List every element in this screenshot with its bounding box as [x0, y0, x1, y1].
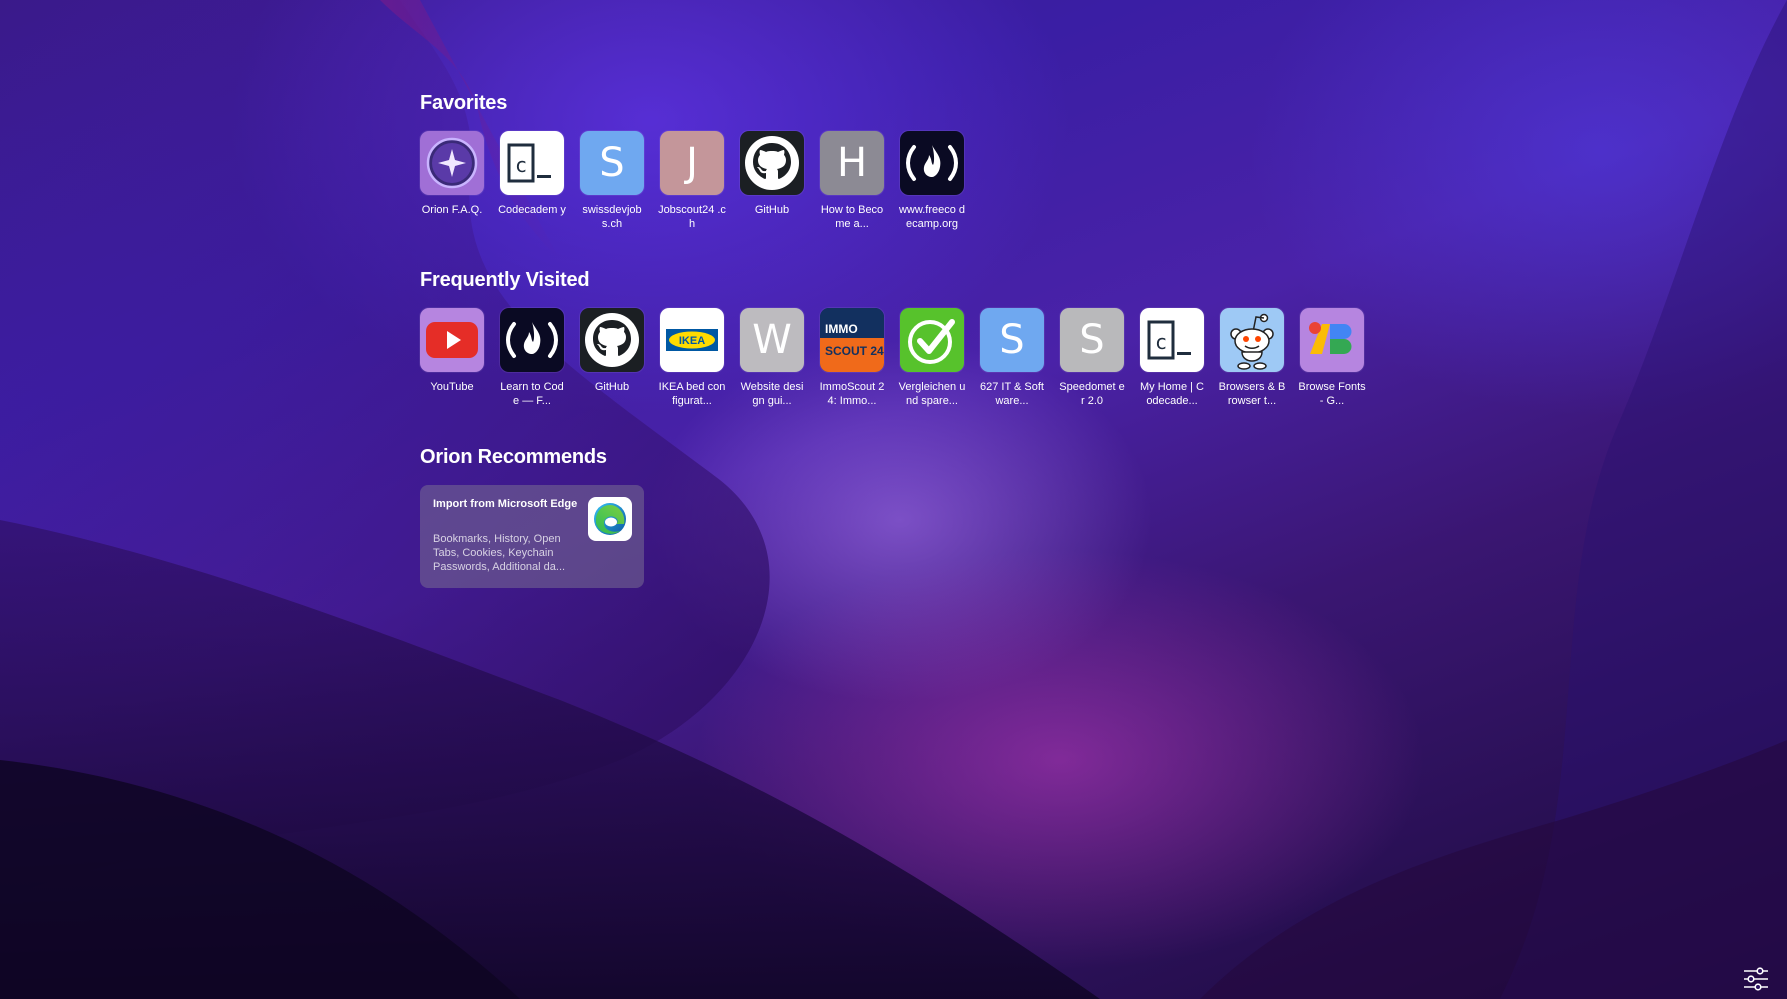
- reddit-icon: [1220, 308, 1284, 372]
- letter-s-icon: S: [980, 308, 1044, 372]
- import-edge-description: Bookmarks, History, Open Tabs, Cookies, …: [433, 533, 566, 573]
- microsoft-edge-icon: [588, 497, 632, 541]
- svg-text:c: c: [1155, 330, 1167, 354]
- import-edge-card[interactable]: Import from Microsoft Edge Bookmarks, Hi…: [420, 485, 644, 588]
- frequent-reddit-browsers[interactable]: Browsers & Browser t...: [1218, 308, 1286, 408]
- tile-label: Orion F.A.Q.: [421, 204, 483, 216]
- ikea-icon: IKEA: [660, 308, 724, 372]
- tile-label: GitHub: [594, 381, 630, 393]
- customize-settings-button[interactable]: [1743, 967, 1769, 991]
- tile-label: Website design gui...: [740, 381, 804, 407]
- tile-label: Speedomet er 2.0: [1059, 381, 1125, 407]
- frequent-freecodecamp[interactable]: Learn to Code — F...: [500, 308, 564, 408]
- import-edge-title: Import from Microsoft Edge: [433, 498, 578, 510]
- tile-label: My Home | Codecade...: [1140, 381, 1204, 407]
- favorites-title: Favorites: [420, 92, 508, 114]
- new-tab-content: Favorites Orion F.A.Q. c Codecadem y S s…: [420, 92, 1366, 588]
- immoscout-icon: IMMO SCOUT 24: [820, 308, 884, 372]
- tile-label: Learn to Code — F...: [500, 381, 564, 407]
- recommends-title: Orion Recommends: [420, 446, 607, 468]
- tile-label: Vergleichen und spare...: [898, 381, 966, 407]
- frequent-youtube[interactable]: YouTube: [420, 308, 484, 408]
- tile-label: swissdevjob s.ch: [582, 204, 642, 230]
- frequent-ikea[interactable]: IKEA IKEA bed configurat...: [658, 308, 726, 408]
- orion-star-icon: [420, 131, 484, 195]
- svg-text:IKEA: IKEA: [679, 335, 705, 347]
- tile-label: 627 IT & Software...: [979, 381, 1044, 407]
- tile-label: Browsers & Browser t...: [1218, 381, 1286, 407]
- tile-label: Browse Fonts - G...: [1298, 381, 1366, 407]
- frequent-codecademy-home[interactable]: c My Home | Codecade...: [1140, 308, 1204, 408]
- letter-s-icon: S: [1060, 308, 1124, 372]
- frequent-vergleichen[interactable]: Vergleichen und spare...: [898, 308, 966, 408]
- github-icon: [580, 308, 644, 372]
- tile-label: GitHub: [754, 204, 790, 216]
- frequently-visited-section: Frequently Visited YouTube Learn to Code…: [420, 269, 1366, 408]
- tile-label: Jobscout24 .ch: [658, 204, 726, 230]
- codecademy-icon: c: [500, 131, 564, 195]
- favorite-swissdevjobs[interactable]: S swissdevjob s.ch: [580, 131, 644, 231]
- checkmark-icon: [900, 308, 964, 372]
- frequent-immoscout[interactable]: IMMO SCOUT 24 ImmoScout 24: Immo...: [820, 308, 884, 408]
- svg-text:SCOUT 24: SCOUT 24: [825, 344, 884, 358]
- frequently-visited-title: Frequently Visited: [420, 269, 590, 291]
- youtube-icon: [420, 308, 484, 372]
- tile-label: ImmoScout 24: Immo...: [819, 381, 885, 407]
- letter-h-icon: H: [820, 131, 884, 195]
- tile-label: IKEA bed configurat...: [658, 381, 726, 407]
- letter-s-icon: S: [580, 131, 644, 195]
- frequent-github[interactable]: GitHub: [580, 308, 644, 408]
- favorites-grid: Orion F.A.Q. c Codecadem y S swissdevjob…: [420, 131, 1364, 231]
- sliders-icon: [1744, 967, 1768, 991]
- favorite-freecodecamp[interactable]: www.freeco decamp.org: [898, 131, 966, 231]
- favorites-section: Favorites Orion F.A.Q. c Codecadem y S s…: [420, 92, 1364, 231]
- frequent-speedometer[interactable]: S Speedomet er 2.0: [1059, 308, 1125, 408]
- letter-w-icon: W: [740, 308, 804, 372]
- freecodecamp-icon: [900, 131, 964, 195]
- frequent-google-fonts[interactable]: Browse Fonts - G...: [1298, 308, 1366, 408]
- svg-text:c: c: [515, 153, 527, 177]
- google-fonts-icon: [1300, 308, 1364, 372]
- recommends-section: Orion Recommends Import from Microsoft E…: [420, 446, 1364, 588]
- codecademy-icon: c: [1140, 308, 1204, 372]
- favorite-how-to-become[interactable]: H How to Become a...: [820, 131, 884, 231]
- favorite-jobscout24[interactable]: J Jobscout24 .ch: [658, 131, 726, 231]
- tile-label: YouTube: [430, 381, 474, 393]
- frequent-website-design[interactable]: W Website design gui...: [740, 308, 804, 408]
- favorite-codecademy[interactable]: c Codecadem y: [498, 131, 566, 231]
- frequently-visited-grid: YouTube Learn to Code — F... GitHub IKEA…: [420, 308, 1366, 408]
- favorite-orion-faq[interactable]: Orion F.A.Q.: [420, 131, 484, 231]
- freecodecamp-icon: [500, 308, 564, 372]
- svg-text:IMMO: IMMO: [825, 322, 858, 336]
- frequent-it-software[interactable]: S 627 IT & Software...: [980, 308, 1044, 408]
- letter-j-icon: J: [660, 131, 724, 195]
- github-icon: [740, 131, 804, 195]
- tile-label: How to Become a...: [820, 204, 884, 230]
- favorite-github[interactable]: GitHub: [740, 131, 804, 231]
- tile-label: Codecadem y: [498, 204, 566, 216]
- tile-label: www.freeco decamp.org: [898, 204, 966, 230]
